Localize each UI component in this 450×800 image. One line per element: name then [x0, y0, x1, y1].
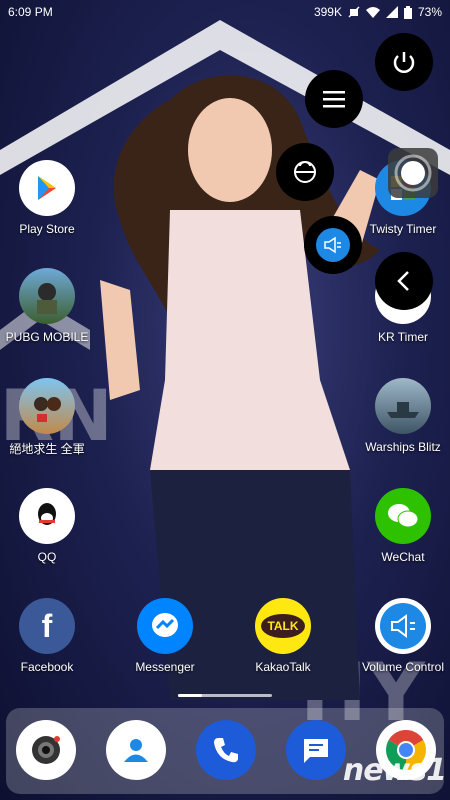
app-label: Warships Blitz [365, 440, 441, 454]
app-label: Twisty Timer [369, 222, 437, 236]
battery-icon [403, 5, 412, 19]
pubg-mobile-icon [19, 268, 75, 324]
kakaotalk-icon: TALK [255, 598, 311, 654]
app-facebook[interactable]: f Facebook [0, 598, 102, 674]
app-label: KR Timer [377, 330, 428, 344]
home-indicator[interactable] [178, 694, 272, 697]
battery-percent: 73% [417, 5, 442, 19]
app-play-store[interactable]: Play Store [0, 160, 102, 236]
app-kakaotalk[interactable]: TALK KakaoTalk [228, 598, 338, 674]
app-pubg-mobile[interactable]: PUBG MOBILE [0, 268, 102, 344]
status-bar: 6:09 PM 399K 73% [0, 0, 450, 24]
lock-icon [294, 161, 316, 183]
messages-icon [304, 739, 328, 763]
app-pubg-cn[interactable]: 絕地求生 全軍 [0, 378, 102, 457]
messenger-icon [137, 598, 193, 654]
data-speed: 399K [313, 5, 342, 19]
app-messenger[interactable]: Messenger [110, 598, 220, 674]
volume-icon [316, 228, 350, 262]
assistive-touch-icon [394, 154, 432, 192]
status-time: 6:09 PM [8, 5, 53, 19]
warships-blitz-icon [375, 378, 431, 434]
app-warships-blitz[interactable]: Warships Blitz [348, 378, 450, 454]
menu-button[interactable] [305, 70, 363, 128]
volume-button[interactable] [304, 216, 362, 274]
volume-control-icon [375, 598, 431, 654]
mute-icon [348, 6, 360, 18]
phone-app[interactable] [196, 720, 256, 780]
power-icon [393, 52, 415, 73]
back-button[interactable] [375, 252, 433, 310]
app-label: Messenger [135, 660, 195, 674]
pubg-cn-icon [19, 378, 75, 434]
camera-icon [32, 736, 60, 764]
lock-screen-button[interactable] [276, 143, 334, 201]
app-label: 絕地求生 全軍 [9, 442, 85, 456]
news-watermark: news1 [342, 753, 447, 788]
power-button[interactable] [375, 33, 433, 91]
app-label: Facebook [20, 660, 74, 674]
contacts-icon [124, 739, 148, 762]
app-qq[interactable]: QQ [0, 488, 102, 564]
signal-icon [385, 6, 398, 18]
qq-icon [19, 488, 75, 544]
app-label: PUBG MOBILE [5, 330, 89, 344]
wifi-icon [365, 7, 380, 18]
home-screen: RN X HY 6:09 PM 399K 73% Play Store [0, 0, 450, 800]
app-label: Volume Control [361, 660, 445, 674]
app-volume-control[interactable]: Volume Control [348, 598, 450, 674]
play-store-icon [19, 160, 75, 216]
back-icon [397, 271, 409, 291]
app-label: WeChat [381, 550, 425, 564]
assistive-touch-button[interactable] [388, 148, 438, 198]
facebook-icon: f [19, 598, 75, 654]
menu-icon [323, 91, 345, 108]
wechat-icon [375, 488, 431, 544]
messages-app[interactable] [286, 720, 346, 780]
app-label: Play Store [19, 222, 75, 236]
phone-icon [214, 738, 238, 763]
app-label: QQ [37, 550, 57, 564]
kakaotalk-icon-text: TALK [261, 614, 305, 638]
app-label: KakaoTalk [255, 660, 311, 674]
app-wechat[interactable]: WeChat [348, 488, 450, 564]
camera-app[interactable] [16, 720, 76, 780]
contacts-app[interactable] [106, 720, 166, 780]
